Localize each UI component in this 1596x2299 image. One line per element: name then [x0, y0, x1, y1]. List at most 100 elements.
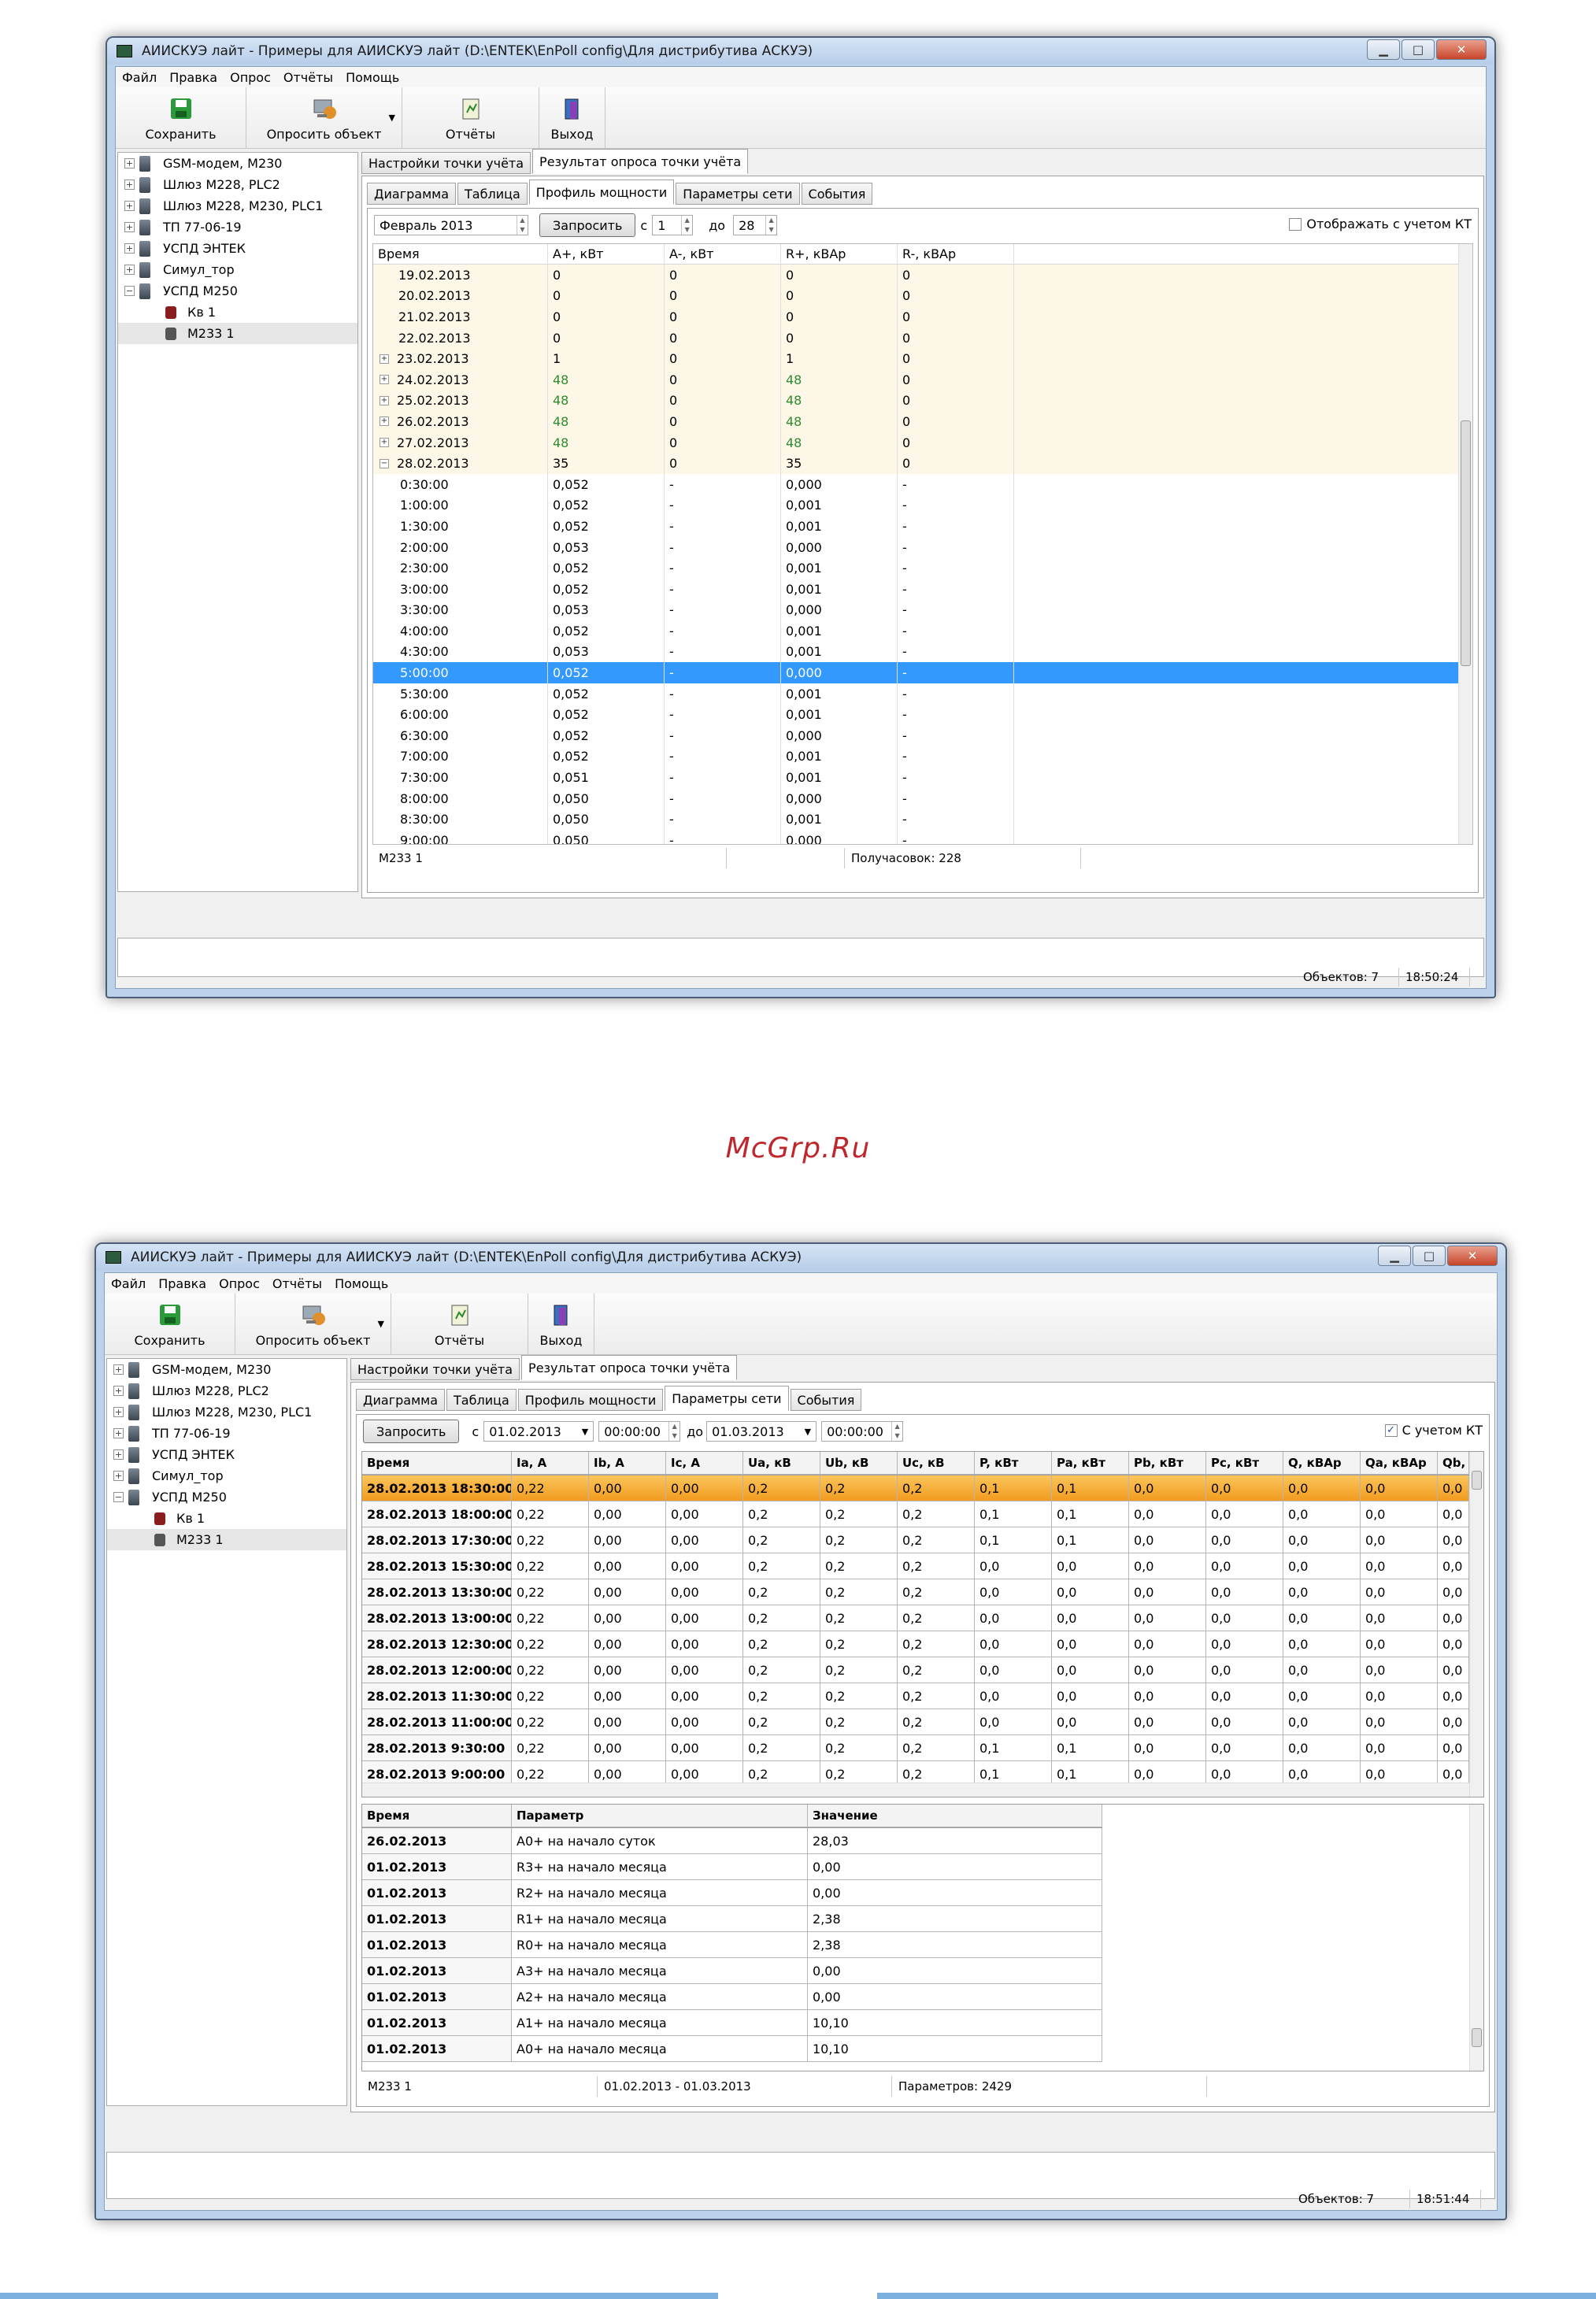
tab-power-profile[interactable]: Профиль мощности	[517, 1389, 664, 1411]
collapse-icon[interactable]: −	[380, 458, 389, 468]
menu-file[interactable]: Файл	[122, 70, 157, 85]
table-row[interactable]: 7:30:00 0,051-0,001-	[373, 767, 1472, 788]
table-row[interactable]: 01.02.2013 A0+ на начало месяца 10,10	[362, 2036, 1102, 2062]
column-header[interactable]: Значение	[808, 1805, 1102, 1827]
table-row[interactable]: 5:00:00 0,052-0,000-	[373, 662, 1472, 683]
save-button[interactable]: Сохранить	[105, 1294, 235, 1354]
tab-result[interactable]: Результат опроса точки учёта	[532, 149, 749, 174]
tree-item[interactable]: Кв 1	[118, 302, 357, 323]
table-row[interactable]: 8:30:00 0,050-0,001-	[373, 809, 1472, 831]
expand-icon[interactable]: +	[124, 243, 135, 254]
tree-item[interactable]: + ТП 77-06-19	[118, 217, 357, 238]
table-row[interactable]: 7:00:00 0,052-0,001-	[373, 746, 1472, 768]
from-time-spinner[interactable]: 00:00:00 ▲ ▼	[598, 1421, 681, 1442]
table-row[interactable]: 26.02.2013 A0+ на начало суток 28,03	[362, 1828, 1102, 1854]
column-header[interactable]: Параметр	[512, 1805, 808, 1827]
column-header[interactable]: Pc, кВт	[1206, 1452, 1283, 1475]
exit-button[interactable]: Выход	[528, 1294, 594, 1354]
tab-events[interactable]: События	[801, 183, 873, 205]
expand-icon[interactable]: +	[380, 395, 389, 405]
expand-icon[interactable]: +	[113, 1449, 124, 1460]
table-row[interactable]: 28.02.2013 12:00:00 0,22 0,00 0,00 0,2 0,2 0,2…	[362, 1657, 1483, 1683]
table-row[interactable]: 28.02.2013 11:30:00 0,22 0,00 0,00 0,2 0,2 0,2…	[362, 1683, 1483, 1709]
table-row[interactable]: +24.02.2013 48 0 48 0	[373, 368, 1472, 391]
table-row[interactable]: 28.02.2013 13:00:00 0,22 0,00 0,00 0,2 0,2 0,2…	[362, 1605, 1483, 1631]
tree-item[interactable]: + Симул_тор	[118, 259, 357, 280]
menu-reports[interactable]: Отчёты	[283, 70, 333, 85]
column-header[interactable]: Время	[362, 1452, 512, 1475]
expand-icon[interactable]: +	[380, 416, 389, 427]
table-row[interactable]: 01.02.2013 R1+ на начало месяца 2,38	[362, 1906, 1102, 1932]
expand-icon[interactable]: +	[113, 1364, 124, 1375]
close-button[interactable]: ✕	[1436, 39, 1487, 60]
table-row[interactable]: 20.02.2013 0 0 0 0	[373, 285, 1472, 307]
tree-item[interactable]: + ТП 77-06-19	[107, 1423, 346, 1444]
reports-button[interactable]: Отчёты	[391, 1294, 528, 1354]
tree-item[interactable]: + УСПД ЭНТЕК	[118, 238, 357, 259]
from-day-spinner[interactable]: 1 ▲ ▼	[652, 215, 694, 235]
tree-item-selected[interactable]: М233 1	[118, 323, 357, 344]
table-row[interactable]: 0:30:00 0,052-0,000-	[373, 473, 1472, 495]
table-row[interactable]: 3:30:00 0,053-0,000-	[373, 599, 1472, 621]
expand-icon[interactable]: +	[124, 265, 135, 275]
scroll-thumb[interactable]	[1461, 420, 1471, 666]
save-button[interactable]: Сохранить	[116, 87, 246, 148]
table-row[interactable]: 01.02.2013 A2+ на начало месяца 0,00	[362, 1984, 1102, 2010]
vertical-scrollbar[interactable]	[1458, 244, 1472, 844]
poll-object-button[interactable]: Опросить объект ▼	[235, 1294, 391, 1354]
table-row[interactable]: 8:00:00 0,050-0,000-	[373, 787, 1472, 809]
tree-item[interactable]: − УСПД М250	[118, 280, 357, 302]
spinner-arrows-icon[interactable]: ▲ ▼	[891, 1422, 902, 1441]
spinner-arrows-icon[interactable]: ▲ ▼	[668, 1422, 680, 1441]
to-day-spinner[interactable]: 28 ▲ ▼	[733, 215, 778, 235]
column-header[interactable]: Ib, A	[589, 1452, 666, 1475]
tab-table[interactable]: Таблица	[446, 1389, 517, 1411]
tab-network-params[interactable]: Параметры сети	[676, 183, 800, 205]
tree-item[interactable]: + Симул_тор	[107, 1465, 346, 1486]
expand-icon[interactable]: +	[380, 375, 389, 385]
column-header[interactable]: Qb,	[1438, 1452, 1469, 1475]
expand-icon[interactable]: +	[113, 1386, 124, 1396]
menu-poll[interactable]: Опрос	[219, 1276, 260, 1291]
column-header[interactable]: A-, кВт	[665, 244, 781, 264]
kt-toggle[interactable]: ✓ С учетом КТ	[1384, 1423, 1483, 1438]
table-row[interactable]: 4:30:00 0,053-0,001-	[373, 641, 1472, 663]
log-area[interactable]	[117, 938, 1484, 977]
request-button[interactable]: Запросить	[363, 1420, 460, 1443]
expand-icon[interactable]: +	[124, 201, 135, 211]
chevron-down-icon[interactable]: ▼	[378, 1319, 384, 1329]
reports-button[interactable]: Отчёты	[402, 87, 539, 148]
tab-result[interactable]: Результат опроса точки учёта	[521, 1355, 738, 1380]
expand-icon[interactable]: +	[380, 438, 389, 448]
expand-icon[interactable]: +	[124, 180, 135, 190]
expand-icon[interactable]: +	[113, 1428, 124, 1438]
close-button[interactable]: ✕	[1447, 1246, 1498, 1266]
column-header[interactable]: Q, кВАр	[1283, 1452, 1361, 1475]
table-row[interactable]: 6:00:00 0,052-0,001-	[373, 704, 1472, 726]
expand-icon[interactable]: +	[113, 1407, 124, 1417]
to-date-picker[interactable]: 01.03.2013 ▼	[706, 1421, 817, 1442]
maximize-button[interactable]: □	[1402, 39, 1435, 60]
table-row[interactable]: 3:00:00 0,052-0,001-	[373, 578, 1472, 600]
table-row[interactable]: 9:00:00 0,050-0,000-	[373, 830, 1472, 844]
table-row[interactable]: 01.02.2013 R3+ на начало месяца 0,00	[362, 1854, 1102, 1880]
tree-item[interactable]: − УСПД М250	[107, 1486, 346, 1508]
spinner-arrows-icon[interactable]: ▲ ▼	[517, 216, 528, 235]
table-row[interactable]: 6:30:00 0,052-0,000-	[373, 725, 1472, 746]
exit-button[interactable]: Выход	[539, 87, 605, 148]
table-row[interactable]: 28.02.2013 18:00:00 0,22 0,00 0,00 0,2 0,2 0,2…	[362, 1501, 1483, 1527]
request-button[interactable]: Запросить	[539, 213, 636, 237]
tab-table[interactable]: Таблица	[457, 183, 528, 205]
tab-diagram[interactable]: Диаграмма	[367, 183, 457, 205]
tab-diagram[interactable]: Диаграмма	[356, 1389, 446, 1411]
minimize-button[interactable]: ▁	[1367, 39, 1400, 60]
tree-item[interactable]: + Шлюз М228, PLC2	[118, 174, 357, 195]
table-row[interactable]: 4:00:00 0,052-0,001-	[373, 620, 1472, 642]
table-row[interactable]: +26.02.2013 48 0 48 0	[373, 411, 1472, 432]
table-row[interactable]: −28.02.2013 35 0 35 0	[373, 453, 1472, 474]
table-row[interactable]: 28.02.2013 9:30:00 0,22 0,00 0,00 0,2 0,2 0,2 0…	[362, 1735, 1483, 1761]
tree-item[interactable]: + УСПД ЭНТЕК	[107, 1444, 346, 1465]
vertical-scrollbar[interactable]	[1469, 1452, 1483, 1797]
table-row[interactable]: 01.02.2013 A1+ на начало месяца 10,10	[362, 2010, 1102, 2036]
column-header[interactable]: R+, кВАр	[781, 244, 898, 264]
